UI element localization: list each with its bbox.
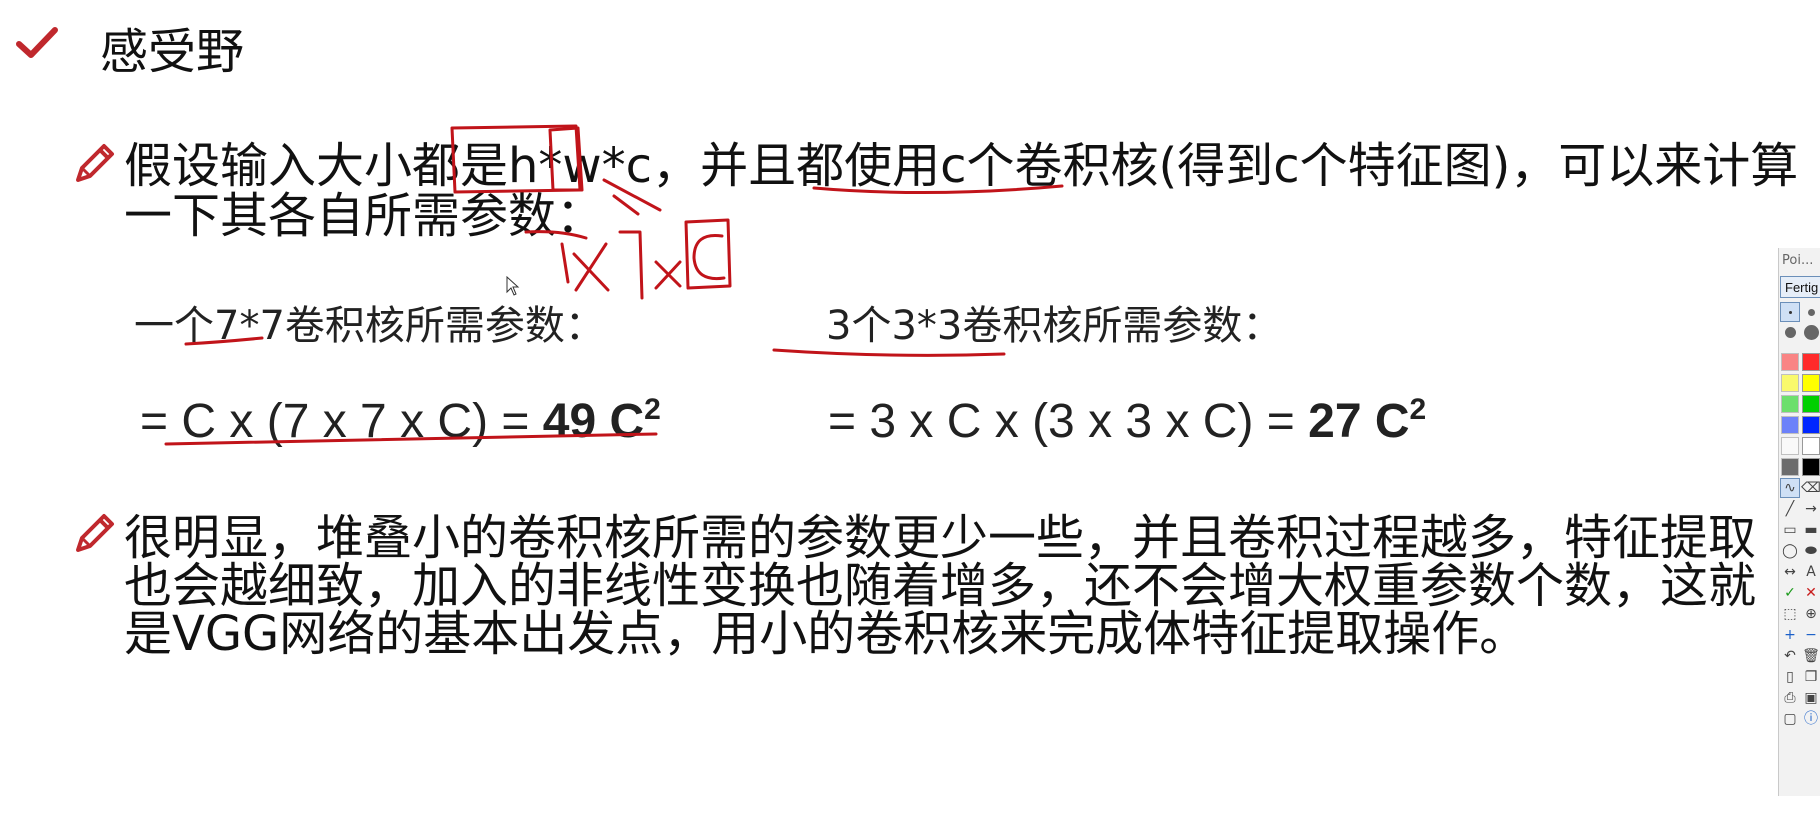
pen-annotations xyxy=(164,124,1064,446)
crop-icon[interactable]: ⬚ xyxy=(1780,604,1800,624)
screen-icon[interactable]: ▢ xyxy=(1780,709,1800,729)
minus-icon[interactable]: − xyxy=(1801,625,1820,645)
color-swatch-full[interactable] xyxy=(1801,415,1820,435)
save-icon[interactable]: ▣ xyxy=(1801,688,1820,708)
color-swatch-faded[interactable] xyxy=(1780,352,1800,372)
delete-icon[interactable]: 🗑 xyxy=(1801,646,1820,666)
color-swatch-full[interactable] xyxy=(1801,394,1820,414)
color-swatch-faded[interactable] xyxy=(1780,415,1800,435)
close-icon[interactable]: ✕ xyxy=(1801,583,1820,603)
color-swatch-full[interactable] xyxy=(1801,436,1820,456)
copy-icon[interactable]: ❐ xyxy=(1801,667,1820,687)
info-icon[interactable]: ⓘ xyxy=(1801,709,1820,729)
color-swatch-faded[interactable] xyxy=(1780,394,1800,414)
rect-icon[interactable]: ▭ xyxy=(1780,520,1800,540)
arrow-icon[interactable]: → xyxy=(1801,499,1820,519)
handwritten-1x1xc xyxy=(524,230,588,240)
filled-ellipse-icon[interactable]: ⬬ xyxy=(1801,541,1820,561)
check-icon[interactable]: ✓ xyxy=(1780,583,1800,603)
new-icon[interactable]: ▯ xyxy=(1780,667,1800,687)
color-swatch-faded[interactable] xyxy=(1780,436,1800,456)
plus-icon[interactable]: + xyxy=(1780,625,1800,645)
text-icon[interactable]: A xyxy=(1801,562,1820,582)
filled-rect-icon[interactable]: ▬ xyxy=(1801,520,1820,540)
eraser-icon[interactable]: ⌫ xyxy=(1801,478,1820,498)
color-swatch-full[interactable] xyxy=(1801,352,1820,372)
undo-icon[interactable]: ↶ xyxy=(1780,646,1800,666)
pen-size-large[interactable] xyxy=(1780,322,1800,342)
color-swatch-faded[interactable] xyxy=(1780,457,1800,477)
cursor-icon xyxy=(506,276,520,296)
color-swatch-full[interactable] xyxy=(1801,457,1820,477)
ellipse-icon[interactable]: ◯ xyxy=(1780,541,1800,561)
pen-icon[interactable]: ∿ xyxy=(1780,478,1800,498)
move-icon[interactable]: ↔ xyxy=(1780,562,1800,582)
zoom-icon[interactable]: ⊕ xyxy=(1801,604,1820,624)
pen-size-small[interactable] xyxy=(1780,302,1800,322)
pen-size-medium[interactable] xyxy=(1801,302,1820,322)
done-button[interactable]: Fertig xyxy=(1780,276,1820,298)
color-swatch-faded[interactable] xyxy=(1780,373,1800,393)
pen-size-xlarge[interactable] xyxy=(1801,322,1820,342)
color-swatch-full[interactable] xyxy=(1801,373,1820,393)
toolbar-title: Poi... xyxy=(1782,253,1814,268)
print-icon[interactable]: ⎙ xyxy=(1780,688,1800,708)
line-icon[interactable]: ╱ xyxy=(1780,499,1800,519)
